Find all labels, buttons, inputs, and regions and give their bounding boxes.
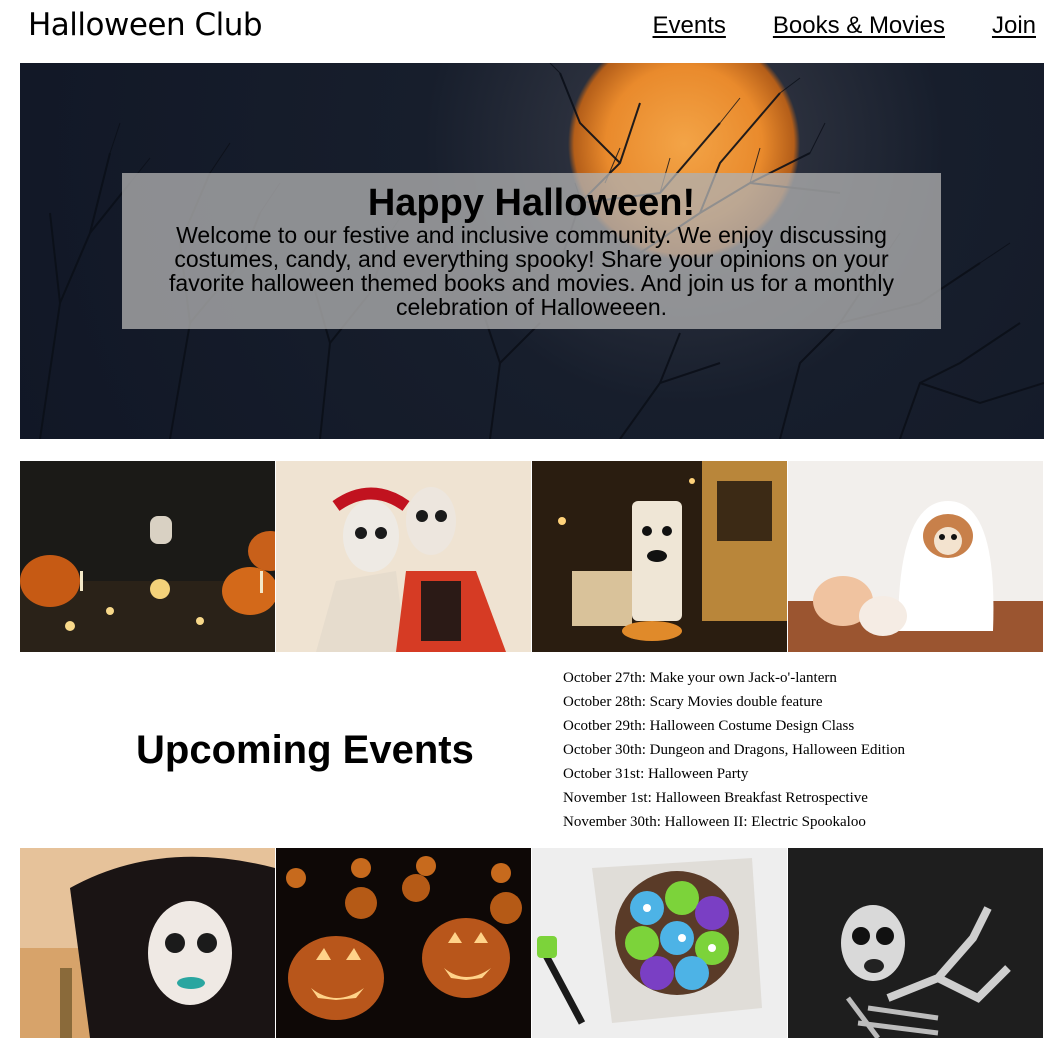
event-item: Ocotber 29th: Halloween Costume Design C… [563,718,855,734]
hero-title: Happy Halloween! [367,182,696,224]
skeleton-photo [788,848,1043,1038]
upcoming-events-heading: Upcoming Events [136,728,474,772]
hero-banner: Happy Halloween! Welcome to our festive … [20,63,1044,439]
site-title: Halloween Club [28,7,263,43]
site-header: Halloween Club Events Books & Movies Joi… [0,0,1056,62]
event-item: October 27th: Make your own Jack-o'-lant… [563,670,837,686]
events-list: October 27th: Make your own Jack-o'-lant… [563,666,905,834]
photo-row-bottom [20,848,1044,1038]
nav-link-events[interactable]: Events [653,12,726,40]
main-nav: Events Books & Movies Join [653,12,1036,40]
event-item: October 31st: Halloween Party [563,766,749,782]
event-item: October 28th: Scary Movies double featur… [563,694,823,710]
sugar-skull-makeup-photo [20,848,275,1038]
dog-ghost-costume-photo [788,461,1043,652]
event-item: November 1st: Halloween Breakfast Retros… [563,790,868,806]
decorated-porch-photo [532,461,787,652]
photo-row-top [20,461,1044,652]
monster-cookies-photo [532,848,787,1038]
event-item: October 30th: Dungeon and Dragons, Hallo… [563,742,906,758]
day-of-the-dead-couple-photo [276,461,531,652]
jack-o-lanterns-photo [276,848,531,1038]
hero-welcome-box: Happy Halloween! Welcome to our festive … [122,173,941,329]
hero-text: Welcome to our festive and inclusive com… [169,222,894,320]
nav-link-join[interactable]: Join [992,12,1036,40]
event-item: November 30th: Halloween II: Electric Sp… [563,814,866,830]
pumpkins-candles-photo [20,461,275,652]
nav-link-books-movies[interactable]: Books & Movies [773,12,945,40]
